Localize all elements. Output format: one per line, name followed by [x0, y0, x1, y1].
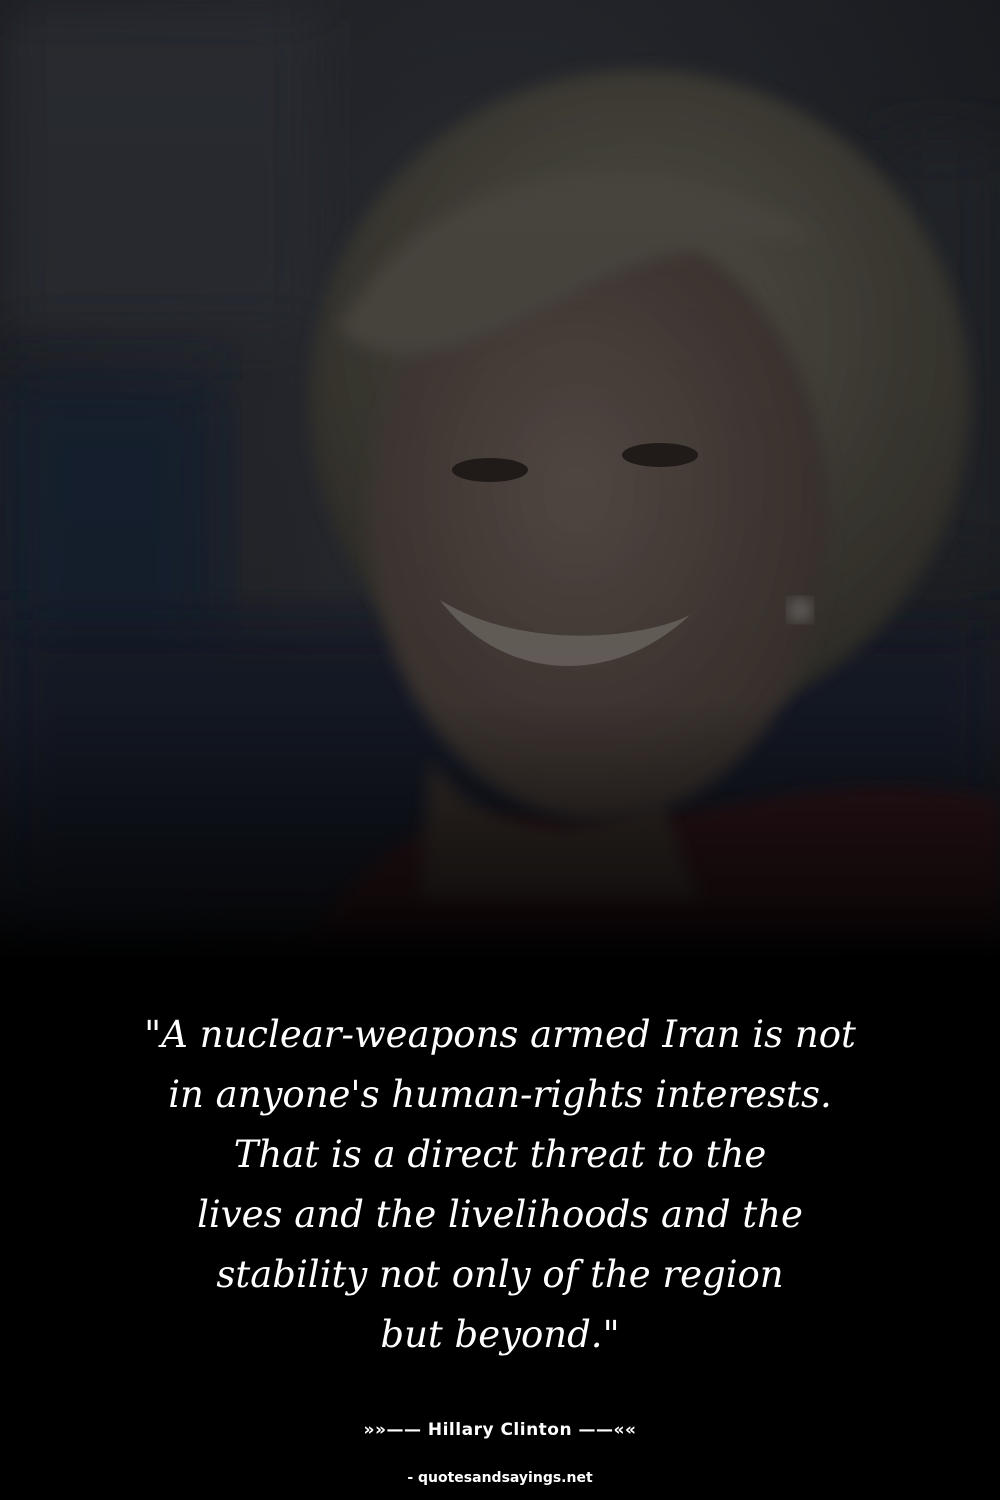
- quote-line: That is a direct threat to the: [233, 1133, 767, 1176]
- quote-line: stability not only of the region: [216, 1253, 784, 1296]
- quote-line: lives and the livelihoods and the: [197, 1193, 803, 1236]
- quote-line: in anyone's human-rights interests.: [168, 1073, 832, 1116]
- quote-line: "A nuclear-weapons armed Iran is not: [144, 1013, 856, 1056]
- quote-author: »»—— Hillary Clinton ——««: [363, 1420, 637, 1440]
- source-credit: - quotesandsayings.net: [407, 1470, 593, 1486]
- quote-text: "A nuclear-weapons armed Iran is not in …: [80, 1005, 920, 1365]
- quote-card: "A nuclear-weapons armed Iran is not in …: [0, 0, 1000, 1500]
- quote-line: but beyond.": [380, 1313, 620, 1356]
